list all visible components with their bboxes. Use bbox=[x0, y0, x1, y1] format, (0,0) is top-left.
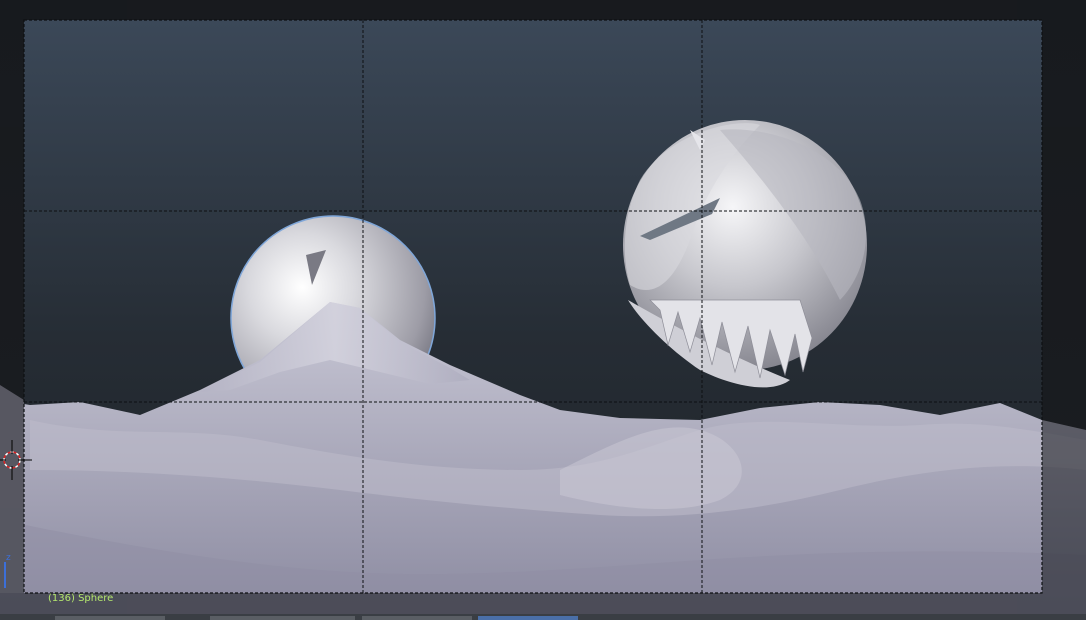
axis-z-label: z bbox=[6, 553, 11, 563]
viewport-scene[interactable] bbox=[0, 0, 1086, 620]
3d-viewport[interactable]: z (136) Sphere bbox=[0, 0, 1086, 620]
header-widget[interactable] bbox=[210, 616, 355, 620]
axis-gizmo-icon: z bbox=[4, 553, 11, 588]
header-widget[interactable] bbox=[362, 616, 472, 620]
header-widget[interactable] bbox=[478, 616, 578, 620]
header-widget[interactable] bbox=[55, 616, 165, 620]
object-info-label: (136) Sphere bbox=[48, 593, 114, 604]
